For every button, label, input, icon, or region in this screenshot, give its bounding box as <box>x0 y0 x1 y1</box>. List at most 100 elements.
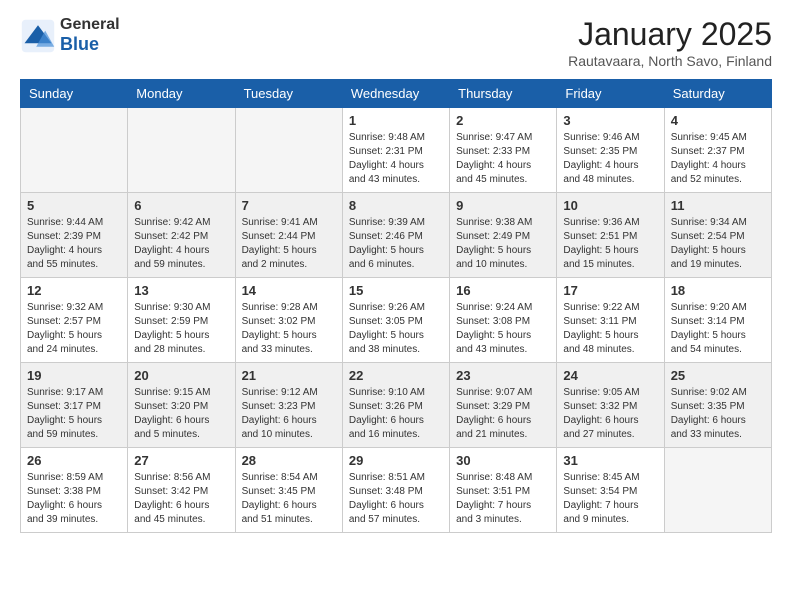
calendar-cell: 24Sunrise: 9:05 AM Sunset: 3:32 PM Dayli… <box>557 363 664 448</box>
day-number: 3 <box>563 113 657 128</box>
day-number: 19 <box>27 368 121 383</box>
day-info: Sunrise: 9:36 AM Sunset: 2:51 PM Dayligh… <box>563 216 657 272</box>
logo-icon <box>20 18 56 54</box>
day-number: 5 <box>27 198 121 213</box>
day-number: 10 <box>563 198 657 213</box>
day-number: 12 <box>27 283 121 298</box>
logo: General Blue <box>20 16 120 55</box>
calendar-cell: 25Sunrise: 9:02 AM Sunset: 3:35 PM Dayli… <box>664 363 771 448</box>
day-number: 9 <box>456 198 550 213</box>
calendar-cell: 12 Sunrise: 9:32 AM Sunset: 2:57 PM Dayli… <box>21 278 128 363</box>
calendar-cell: 26Sunrise: 8:59 AM Sunset: 3:38 PM Dayli… <box>21 448 128 533</box>
day-info: Sunrise: 9:45 AM Sunset: 2:37 PM Dayligh… <box>671 131 765 187</box>
day-number: 1 <box>349 113 443 128</box>
day-info: Sunrise: 9:34 AM Sunset: 2:54 PM Dayligh… <box>671 216 765 272</box>
day-info: Sunrise: 9:30 AM Sunset: 2:59 PM Dayligh… <box>134 301 228 357</box>
calendar-cell: 17Sunrise: 9:22 AM Sunset: 3:11 PM Dayli… <box>557 278 664 363</box>
day-info: Sunrise: 8:54 AM Sunset: 3:45 PM Dayligh… <box>242 471 336 527</box>
day-number: 11 <box>671 198 765 213</box>
day-info: Sunrise: 9:02 AM Sunset: 3:35 PM Dayligh… <box>671 386 765 442</box>
day-info: Sunrise: 9:24 AM Sunset: 3:08 PM Dayligh… <box>456 301 550 357</box>
calendar-cell <box>128 108 235 193</box>
calendar-header-thursday: Thursday <box>450 80 557 108</box>
calendar-week-5: 26Sunrise: 8:59 AM Sunset: 3:38 PM Dayli… <box>21 448 772 533</box>
calendar-cell: 16Sunrise: 9:24 AM Sunset: 3:08 PM Dayli… <box>450 278 557 363</box>
day-number: 29 <box>349 453 443 468</box>
calendar-header-sunday: Sunday <box>21 80 128 108</box>
calendar-cell: 22 Sunrise: 9:10 AM Sunset: 3:26 PM Dayli… <box>342 363 449 448</box>
day-info: Sunrise: 9:42 AM Sunset: 2:42 PM Dayligh… <box>134 216 228 272</box>
calendar-cell: 15 Sunrise: 9:26 AM Sunset: 3:05 PM Dayli… <box>342 278 449 363</box>
month-title: January 2025 <box>568 16 772 53</box>
calendar-cell: 3 Sunrise: 9:46 AM Sunset: 2:35 PM Daylig… <box>557 108 664 193</box>
calendar-cell: 6 Sunrise: 9:42 AM Sunset: 2:42 PM Daylig… <box>128 193 235 278</box>
day-info: Sunrise: 9:44 AM Sunset: 2:39 PM Dayligh… <box>27 216 121 272</box>
calendar-header-row: SundayMondayTuesdayWednesdayThursdayFrid… <box>21 80 772 108</box>
day-number: 22 <box>349 368 443 383</box>
day-number: 26 <box>27 453 121 468</box>
day-info: Sunrise: 9:46 AM Sunset: 2:35 PM Dayligh… <box>563 131 657 187</box>
logo-blue: Blue <box>60 34 120 55</box>
day-number: 14 <box>242 283 336 298</box>
day-info: Sunrise: 8:56 AM Sunset: 3:42 PM Dayligh… <box>134 471 228 527</box>
day-number: 31 <box>563 453 657 468</box>
calendar-cell: 30 Sunrise: 8:48 AM Sunset: 3:51 PM Dayli… <box>450 448 557 533</box>
day-info: Sunrise: 9:26 AM Sunset: 3:05 PM Dayligh… <box>349 301 443 357</box>
calendar-cell: 13 Sunrise: 9:30 AM Sunset: 2:59 PM Dayli… <box>128 278 235 363</box>
header: General Blue January 2025 Rautavaara, No… <box>20 16 772 69</box>
subtitle: Rautavaara, North Savo, Finland <box>568 53 772 69</box>
day-info: Sunrise: 9:17 AM Sunset: 3:17 PM Dayligh… <box>27 386 121 442</box>
calendar-cell: 27 Sunrise: 8:56 AM Sunset: 3:42 PM Dayli… <box>128 448 235 533</box>
day-info: Sunrise: 8:51 AM Sunset: 3:48 PM Dayligh… <box>349 471 443 527</box>
calendar-cell <box>664 448 771 533</box>
calendar-cell: 9Sunrise: 9:38 AM Sunset: 2:49 PM Daylig… <box>450 193 557 278</box>
calendar-header-tuesday: Tuesday <box>235 80 342 108</box>
day-info: Sunrise: 9:41 AM Sunset: 2:44 PM Dayligh… <box>242 216 336 272</box>
day-info: Sunrise: 9:10 AM Sunset: 3:26 PM Dayligh… <box>349 386 443 442</box>
calendar-week-1: 1 Sunrise: 9:48 AM Sunset: 2:31 PM Daylig… <box>21 108 772 193</box>
calendar-cell: 23 Sunrise: 9:07 AM Sunset: 3:29 PM Dayli… <box>450 363 557 448</box>
day-info: Sunrise: 9:07 AM Sunset: 3:29 PM Dayligh… <box>456 386 550 442</box>
day-number: 8 <box>349 198 443 213</box>
calendar-cell: 19 Sunrise: 9:17 AM Sunset: 3:17 PM Dayli… <box>21 363 128 448</box>
calendar-cell: 11 Sunrise: 9:34 AM Sunset: 2:54 PM Dayli… <box>664 193 771 278</box>
calendar-cell: 5 Sunrise: 9:44 AM Sunset: 2:39 PM Daylig… <box>21 193 128 278</box>
calendar-cell: 1 Sunrise: 9:48 AM Sunset: 2:31 PM Daylig… <box>342 108 449 193</box>
calendar-cell: 10 Sunrise: 9:36 AM Sunset: 2:51 PM Dayli… <box>557 193 664 278</box>
calendar-header-saturday: Saturday <box>664 80 771 108</box>
day-number: 6 <box>134 198 228 213</box>
day-info: Sunrise: 9:32 AM Sunset: 2:57 PM Dayligh… <box>27 301 121 357</box>
day-number: 30 <box>456 453 550 468</box>
calendar-cell: 7 Sunrise: 9:41 AM Sunset: 2:44 PM Daylig… <box>235 193 342 278</box>
calendar-header-monday: Monday <box>128 80 235 108</box>
day-info: Sunrise: 9:47 AM Sunset: 2:33 PM Dayligh… <box>456 131 550 187</box>
calendar-cell: 28 Sunrise: 8:54 AM Sunset: 3:45 PM Dayli… <box>235 448 342 533</box>
day-number: 20 <box>134 368 228 383</box>
day-info: Sunrise: 8:48 AM Sunset: 3:51 PM Dayligh… <box>456 471 550 527</box>
day-number: 13 <box>134 283 228 298</box>
day-info: Sunrise: 9:20 AM Sunset: 3:14 PM Dayligh… <box>671 301 765 357</box>
day-number: 7 <box>242 198 336 213</box>
day-number: 4 <box>671 113 765 128</box>
day-info: Sunrise: 8:45 AM Sunset: 3:54 PM Dayligh… <box>563 471 657 527</box>
calendar-week-3: 12 Sunrise: 9:32 AM Sunset: 2:57 PM Dayli… <box>21 278 772 363</box>
day-number: 15 <box>349 283 443 298</box>
calendar-header-friday: Friday <box>557 80 664 108</box>
calendar-week-4: 19 Sunrise: 9:17 AM Sunset: 3:17 PM Dayli… <box>21 363 772 448</box>
day-info: Sunrise: 9:48 AM Sunset: 2:31 PM Dayligh… <box>349 131 443 187</box>
day-number: 27 <box>134 453 228 468</box>
title-section: January 2025 Rautavaara, North Savo, Fin… <box>568 16 772 69</box>
page-container: General Blue January 2025 Rautavaara, No… <box>0 0 792 543</box>
calendar-cell <box>235 108 342 193</box>
logo-general: General <box>60 16 120 34</box>
day-number: 28 <box>242 453 336 468</box>
calendar: SundayMondayTuesdayWednesdayThursdayFrid… <box>20 79 772 533</box>
day-info: Sunrise: 9:22 AM Sunset: 3:11 PM Dayligh… <box>563 301 657 357</box>
day-number: 23 <box>456 368 550 383</box>
calendar-cell: 4 Sunrise: 9:45 AM Sunset: 2:37 PM Daylig… <box>664 108 771 193</box>
calendar-cell: 8Sunrise: 9:39 AM Sunset: 2:46 PM Daylig… <box>342 193 449 278</box>
calendar-cell: 31 Sunrise: 8:45 AM Sunset: 3:54 PM Dayli… <box>557 448 664 533</box>
logo-text: General Blue <box>60 16 120 55</box>
day-number: 2 <box>456 113 550 128</box>
calendar-cell <box>21 108 128 193</box>
